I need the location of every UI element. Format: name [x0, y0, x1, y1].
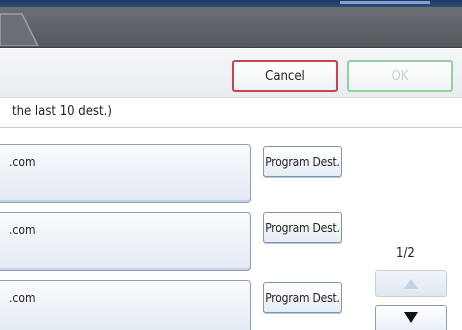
destination-field-1[interactable]: .com [0, 144, 251, 203]
program-dest-button-1[interactable]: Program Dest. [263, 146, 342, 177]
cancel-label: Cancel [265, 68, 305, 84]
triangle-down-icon [404, 311, 418, 323]
destination-field-2[interactable]: .com [0, 212, 251, 271]
destination-field-3[interactable]: .com [0, 280, 251, 330]
program-dest-button-2[interactable]: Program Dest. [263, 212, 342, 243]
destination-address-1: .com [9, 155, 36, 169]
program-dest-label-3: Program Dest. [265, 290, 340, 305]
scroll-up-button[interactable] [375, 270, 447, 297]
ok-button[interactable]: OK [347, 60, 453, 92]
header-stripe-highlight [340, 1, 430, 4]
destination-address-3: .com [9, 291, 36, 305]
program-dest-label-2: Program Dest. [265, 220, 340, 235]
instruction-text: the last 10 dest.) [12, 104, 112, 119]
tab-edge[interactable] [0, 12, 40, 46]
header-bar [0, 0, 462, 48]
triangle-up-icon [404, 278, 418, 289]
action-bar: Cancel OK [0, 49, 462, 98]
program-dest-label-1: Program Dest. [265, 154, 340, 169]
divider [0, 127, 462, 128]
scroll-down-button[interactable] [375, 305, 447, 330]
cancel-button[interactable]: Cancel [232, 60, 338, 92]
destination-address-2: .com [9, 223, 36, 237]
ok-label: OK [391, 68, 409, 84]
page-indicator: 1/2 [396, 246, 415, 261]
program-dest-button-3[interactable]: Program Dest. [263, 282, 342, 313]
